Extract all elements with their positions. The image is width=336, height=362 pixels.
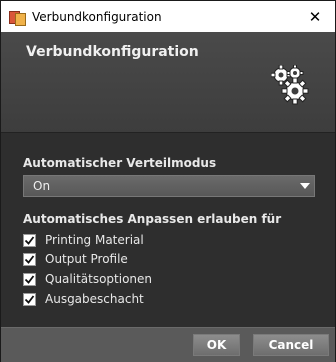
- checkbox-output-profile[interactable]: Output Profile: [23, 251, 128, 267]
- dialog-footer: OK Cancel: [1, 327, 335, 362]
- checkbox-label: Qualitätsoptionen: [45, 272, 153, 286]
- title-bar: Verbundkonfiguration ✕: [1, 1, 335, 32]
- window-title: Verbundkonfiguration: [32, 9, 162, 24]
- checkbox-printing-material[interactable]: Printing Material: [23, 232, 144, 248]
- checkbox-label: Ausgabeschacht: [45, 292, 144, 306]
- checkbox-label: Output Profile: [45, 252, 128, 266]
- check-icon[interactable]: [23, 272, 36, 286]
- checkbox-label: Printing Material: [45, 233, 144, 247]
- check-icon[interactable]: [23, 252, 36, 266]
- app-icon: [9, 9, 26, 26]
- chevron-down-icon[interactable]: [296, 176, 314, 196]
- close-button[interactable]: ✕: [295, 1, 335, 32]
- distribution-mode-select[interactable]: On: [23, 175, 315, 197]
- dialog-header: Verbundkonfiguration: [1, 32, 335, 133]
- header-title: Verbundkonfiguration: [26, 44, 199, 60]
- distribution-mode-value: On: [33, 179, 51, 193]
- dialog-window: Verbundkonfiguration ✕ Verbundkonfigurat…: [0, 0, 336, 362]
- check-icon[interactable]: [23, 233, 36, 247]
- auto-adjust-label: Automatisches Anpassen erlauben für: [23, 212, 282, 226]
- checkbox-output-tray[interactable]: Ausgabeschacht: [23, 291, 144, 307]
- distribution-mode-label: Automatischer Verteilmodus: [23, 156, 217, 170]
- close-icon: ✕: [308, 7, 322, 26]
- check-icon[interactable]: [23, 292, 36, 306]
- gears-icon: [271, 65, 309, 105]
- cancel-button[interactable]: Cancel: [253, 334, 329, 356]
- checkbox-quality-options[interactable]: Qualitätsoptionen: [23, 271, 152, 287]
- ok-button[interactable]: OK: [193, 334, 240, 356]
